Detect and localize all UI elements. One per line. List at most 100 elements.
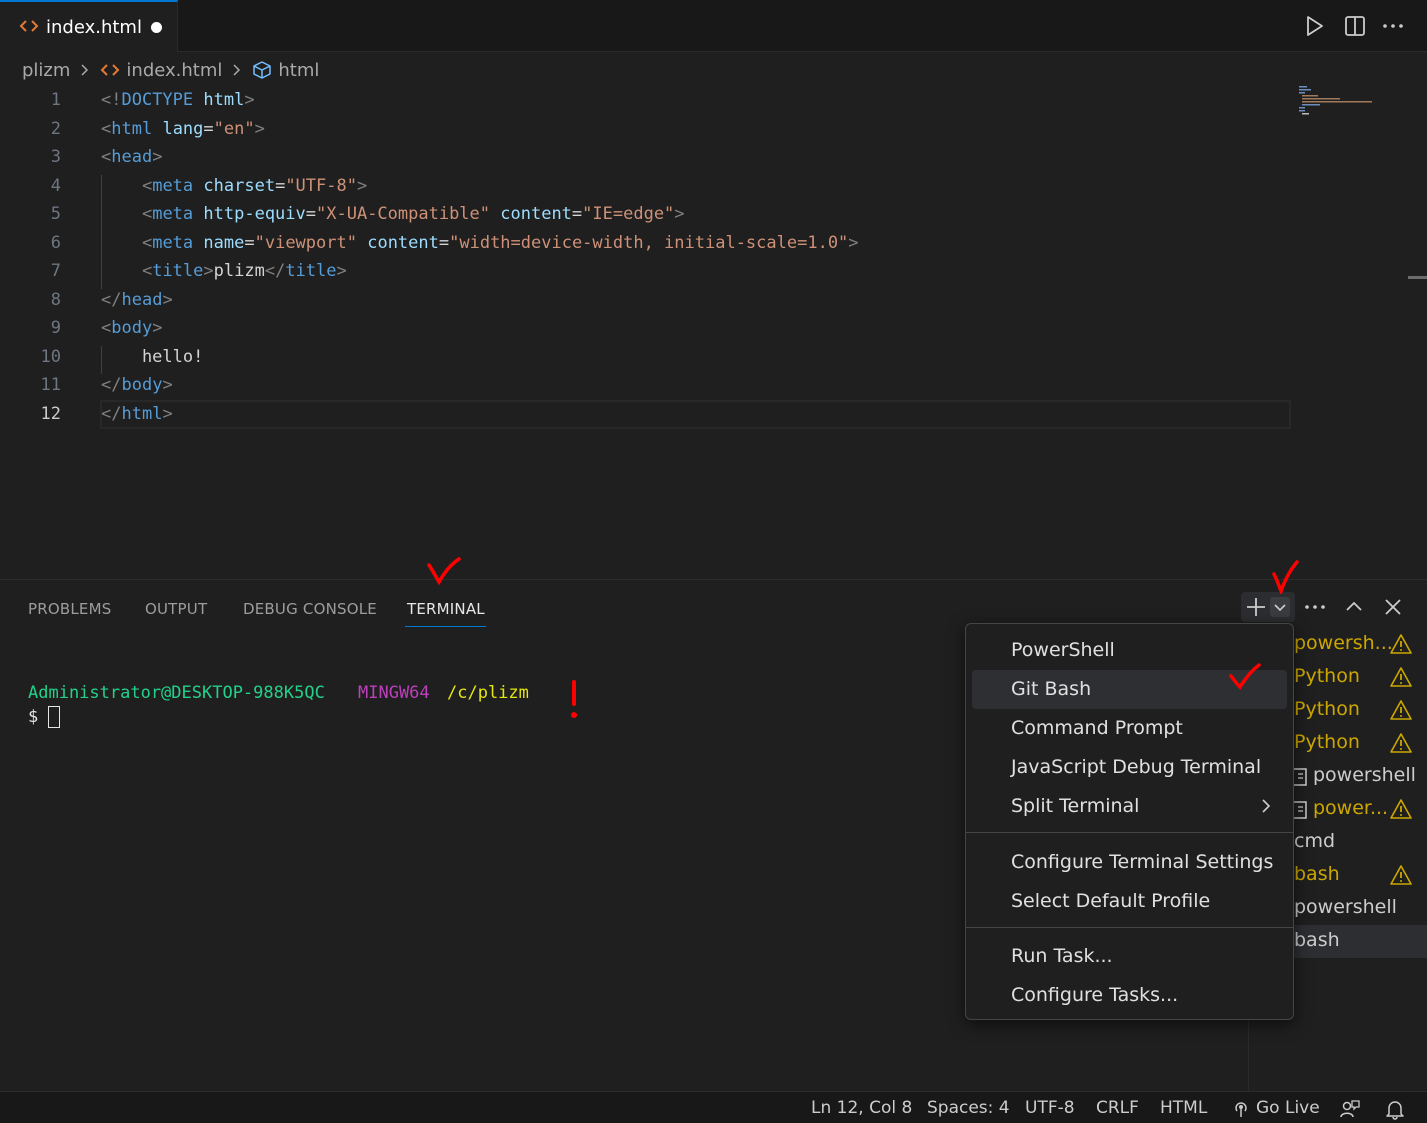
tab-debug-console[interactable]: DEBUG CONSOLE bbox=[243, 600, 377, 618]
code-token: html bbox=[111, 118, 153, 139]
code-line: <head> bbox=[101, 147, 162, 167]
scrollbar-thumb[interactable] bbox=[1408, 276, 1427, 279]
tab-index-html[interactable]: index.html bbox=[0, 0, 178, 52]
terminal-cursor[interactable] bbox=[48, 706, 60, 728]
code-line: <!DOCTYPE html> bbox=[101, 90, 255, 110]
more-actions-icon[interactable] bbox=[1303, 595, 1327, 619]
terminal-instance-name: Python bbox=[1294, 731, 1360, 753]
code-token: </ bbox=[101, 289, 122, 310]
breadcrumb: plizm index.html html bbox=[22, 58, 319, 82]
code-token: plizm bbox=[213, 261, 265, 281]
chevron-right-icon bbox=[81, 64, 89, 76]
menu-item-command-prompt[interactable]: Command Prompt bbox=[972, 709, 1287, 748]
terminal-instance-name: bash bbox=[1294, 929, 1340, 951]
code-token: http-equiv bbox=[203, 204, 306, 224]
status-cursor-position[interactable]: Ln 12, Col 8 bbox=[811, 1098, 912, 1118]
close-icon[interactable] bbox=[1381, 595, 1405, 619]
tab-terminal[interactable]: TERMINAL bbox=[407, 600, 485, 618]
warning-icon bbox=[1390, 798, 1412, 820]
menu-separator bbox=[966, 927, 1293, 928]
code-token: > bbox=[152, 147, 163, 167]
bell-icon[interactable] bbox=[1384, 1098, 1406, 1120]
more-actions-icon[interactable] bbox=[1381, 14, 1405, 38]
code-token: "viewport" bbox=[254, 232, 357, 253]
menu-item-js-debug-terminal[interactable]: JavaScript Debug Terminal bbox=[972, 748, 1287, 787]
accounts-feedback-icon[interactable] bbox=[1339, 1098, 1361, 1120]
code-token: > bbox=[254, 118, 265, 139]
code-token: title bbox=[285, 261, 337, 281]
breadcrumb-symbol[interactable]: html bbox=[278, 60, 319, 81]
minimap[interactable] bbox=[1299, 86, 1379, 116]
status-language[interactable]: HTML bbox=[1160, 1098, 1207, 1118]
line-number: 9 bbox=[50, 318, 61, 338]
line-number: 7 bbox=[50, 261, 61, 281]
indent-guide bbox=[101, 346, 102, 374]
editor-tab-bar: index.html bbox=[0, 0, 1427, 52]
code-line: hello! bbox=[101, 347, 203, 367]
terminal-env: MINGW64 bbox=[358, 683, 430, 703]
warning-icon bbox=[1390, 666, 1412, 688]
menu-item-split-terminal[interactable]: Split Terminal bbox=[972, 787, 1287, 826]
code-token: = bbox=[438, 232, 450, 253]
terminal-instance-name: powersh... bbox=[1294, 632, 1393, 654]
line-number: 3 bbox=[50, 147, 61, 167]
breadcrumb-folder[interactable]: plizm bbox=[22, 60, 70, 81]
menu-item-configure-tasks[interactable]: Configure Tasks... bbox=[972, 976, 1287, 1015]
line-number: 2 bbox=[50, 118, 61, 139]
red-checkmark-annotation bbox=[1272, 560, 1299, 594]
red-checkmark-annotation bbox=[427, 557, 461, 585]
code-editor[interactable]: 1 2 3 4 5 6 7 8 9 10 11 12 <!DOCTYPE html> <html lan… bbox=[0, 86, 1427, 579]
code-line: </body> bbox=[101, 375, 173, 395]
code-token: > bbox=[674, 204, 685, 224]
terminal-path: /c/plizm bbox=[447, 683, 529, 703]
tab-output[interactable]: OUTPUT bbox=[145, 600, 207, 618]
code-token: > bbox=[244, 90, 255, 110]
maximize-panel-icon[interactable] bbox=[1342, 595, 1366, 619]
unsaved-dot-icon[interactable] bbox=[151, 22, 162, 33]
warning-icon bbox=[1390, 633, 1412, 655]
plus-icon[interactable] bbox=[1244, 595, 1268, 619]
code-line: <meta name="viewport" content="width=dev… bbox=[101, 233, 859, 253]
menu-item-run-task[interactable]: Run Task... bbox=[972, 937, 1287, 976]
terminal-instance-name: powershell bbox=[1294, 896, 1397, 918]
chevron-down-icon[interactable] bbox=[1270, 597, 1290, 617]
line-number: 11 bbox=[40, 375, 61, 395]
code-line: <title>plizm</title> bbox=[101, 261, 347, 281]
code-token: = bbox=[305, 204, 317, 224]
menu-item-configure-terminal-settings[interactable]: Configure Terminal Settings bbox=[972, 843, 1287, 882]
code-token: < bbox=[141, 232, 153, 253]
status-go-live[interactable]: Go Live bbox=[1256, 1098, 1320, 1118]
status-indentation[interactable]: Spaces: 4 bbox=[927, 1098, 1010, 1118]
terminal-instance-name: bash bbox=[1294, 863, 1340, 885]
split-editor-icon[interactable] bbox=[1343, 14, 1367, 38]
breadcrumb-file[interactable]: index.html bbox=[126, 60, 222, 81]
chevron-right-icon bbox=[233, 64, 241, 76]
terminal-user-host: Administrator@DESKTOP-988K5QC bbox=[28, 683, 325, 703]
code-line: </head> bbox=[101, 290, 173, 310]
tab-problems[interactable]: PROBLEMS bbox=[28, 600, 111, 618]
terminal-instance-name: Python bbox=[1294, 665, 1360, 687]
menu-item-select-default-profile[interactable]: Select Default Profile bbox=[972, 882, 1287, 921]
code-token: html bbox=[203, 90, 245, 110]
code-token: "IE=edge" bbox=[582, 204, 675, 224]
red-checkmark-annotation bbox=[1229, 663, 1261, 690]
code-token: title bbox=[152, 261, 204, 281]
line-number: 5 bbox=[50, 204, 61, 224]
line-number: 1 bbox=[50, 90, 61, 110]
code-token: > bbox=[848, 232, 859, 253]
html-file-icon bbox=[19, 20, 39, 32]
code-token: meta bbox=[152, 204, 194, 224]
run-icon[interactable] bbox=[1302, 14, 1326, 38]
status-encoding[interactable]: UTF-8 bbox=[1025, 1098, 1075, 1118]
status-bar: Ln 12, Col 8 Spaces: 4 UTF-8 CRLF HTML G… bbox=[0, 1091, 1427, 1123]
status-eol[interactable]: CRLF bbox=[1096, 1098, 1139, 1118]
code-token: body bbox=[121, 375, 163, 395]
warning-icon bbox=[1390, 864, 1412, 886]
